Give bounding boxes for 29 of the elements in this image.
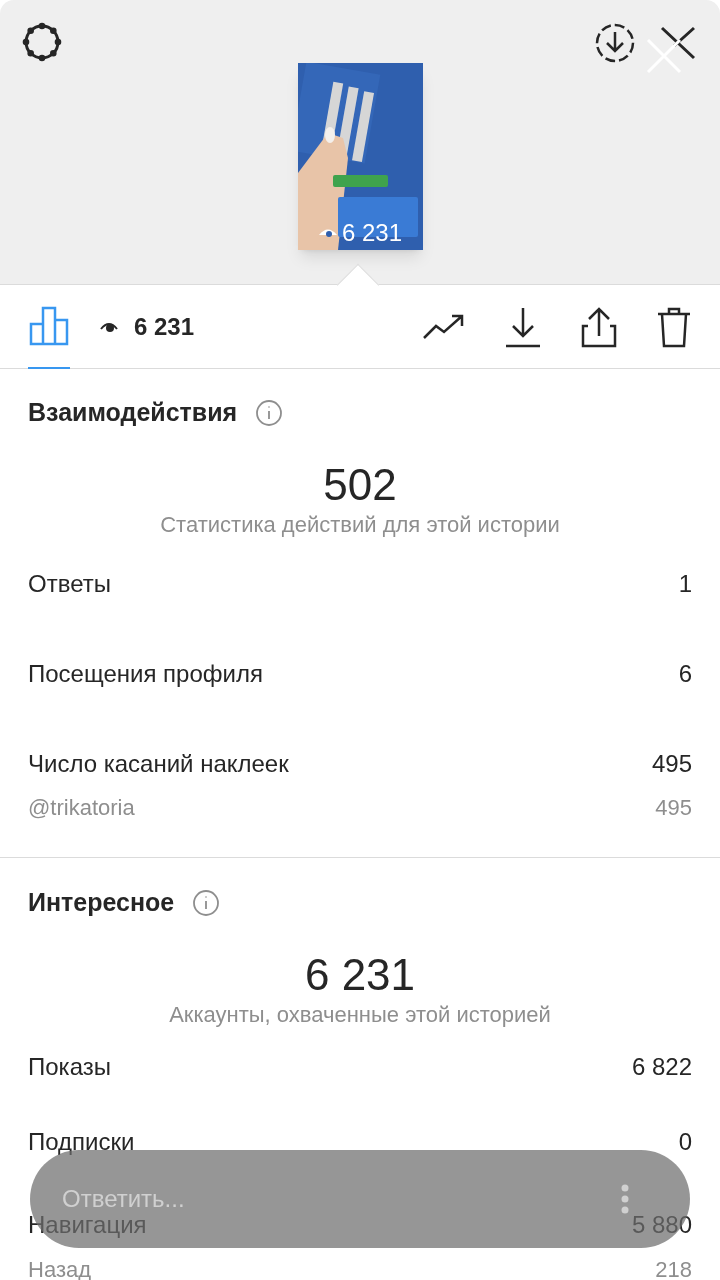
info-icon[interactable]	[255, 399, 284, 427]
view-count: 6 231	[134, 311, 195, 342]
metric-label: Посещения профиля	[28, 659, 263, 689]
metric-value: 1	[678, 569, 692, 599]
metric-value: 495	[655, 793, 692, 822]
preview-view-count: 6 231	[341, 221, 403, 245]
total-caption: Статистика действий для этой истории	[160, 511, 560, 539]
settings-icon[interactable]	[20, 20, 64, 64]
metric-label: Показы	[28, 1052, 111, 1082]
total-caption: Аккаунты, охваченные этой историей	[169, 1001, 551, 1029]
trash-icon[interactable]	[656, 305, 692, 348]
metric-value: 6	[678, 659, 692, 689]
metric-value: 218	[655, 1255, 692, 1280]
metric-value: 495	[651, 749, 692, 779]
close-icon[interactable]	[644, 24, 696, 76]
total-count: 502	[323, 459, 397, 511]
metric-label: Ответы	[28, 569, 111, 599]
share-icon[interactable]	[580, 305, 618, 348]
metric-label: Назад	[28, 1255, 92, 1280]
download-icon[interactable]	[504, 305, 542, 348]
info-icon[interactable]	[192, 889, 221, 917]
metric-label: @trikatoria	[28, 793, 135, 822]
metric-value: 6 822	[631, 1052, 692, 1082]
download-icon[interactable]	[594, 22, 636, 64]
section-title: Интересное	[28, 887, 175, 919]
bar-chart-icon	[29, 305, 69, 346]
total-count: 6 231	[304, 949, 416, 1001]
metric-label: Число касаний наклеек	[28, 749, 289, 779]
section-title: Взаимодействия	[28, 397, 238, 429]
